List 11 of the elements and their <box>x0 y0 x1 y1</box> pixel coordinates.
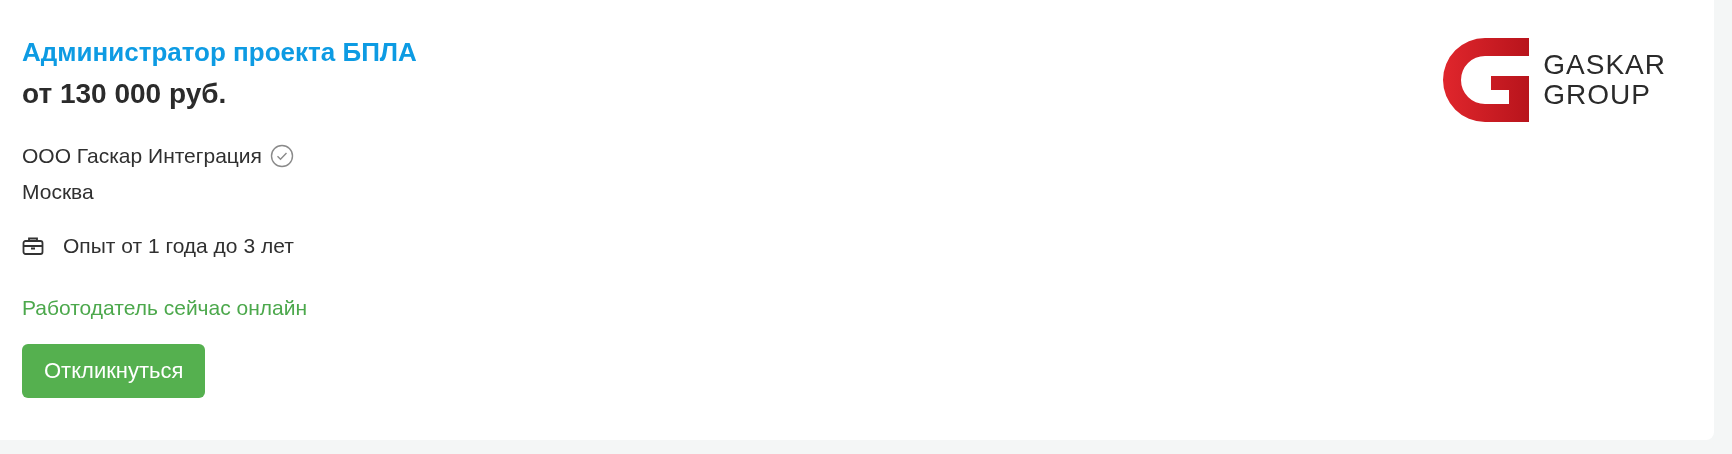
briefcase-icon <box>22 236 44 256</box>
logo-text: GROUP <box>1543 80 1652 110</box>
online-status-text: Работодатель сейчас онлайн <box>22 295 308 321</box>
vacancy-title-link[interactable]: Администратор проекта БПЛА <box>22 36 417 68</box>
company-name-link[interactable]: ООО Гаскар Интеграция <box>22 142 262 170</box>
salary-text: от 130 000 руб. <box>22 77 227 111</box>
experience-text: Опыт от 1 года до 3 лет <box>63 233 294 259</box>
logo-text: GASKAR <box>1543 50 1666 80</box>
city-text: Москва <box>22 179 94 205</box>
apply-button[interactable]: Откликнуться <box>22 344 206 398</box>
logo-mark-icon <box>1441 36 1530 124</box>
